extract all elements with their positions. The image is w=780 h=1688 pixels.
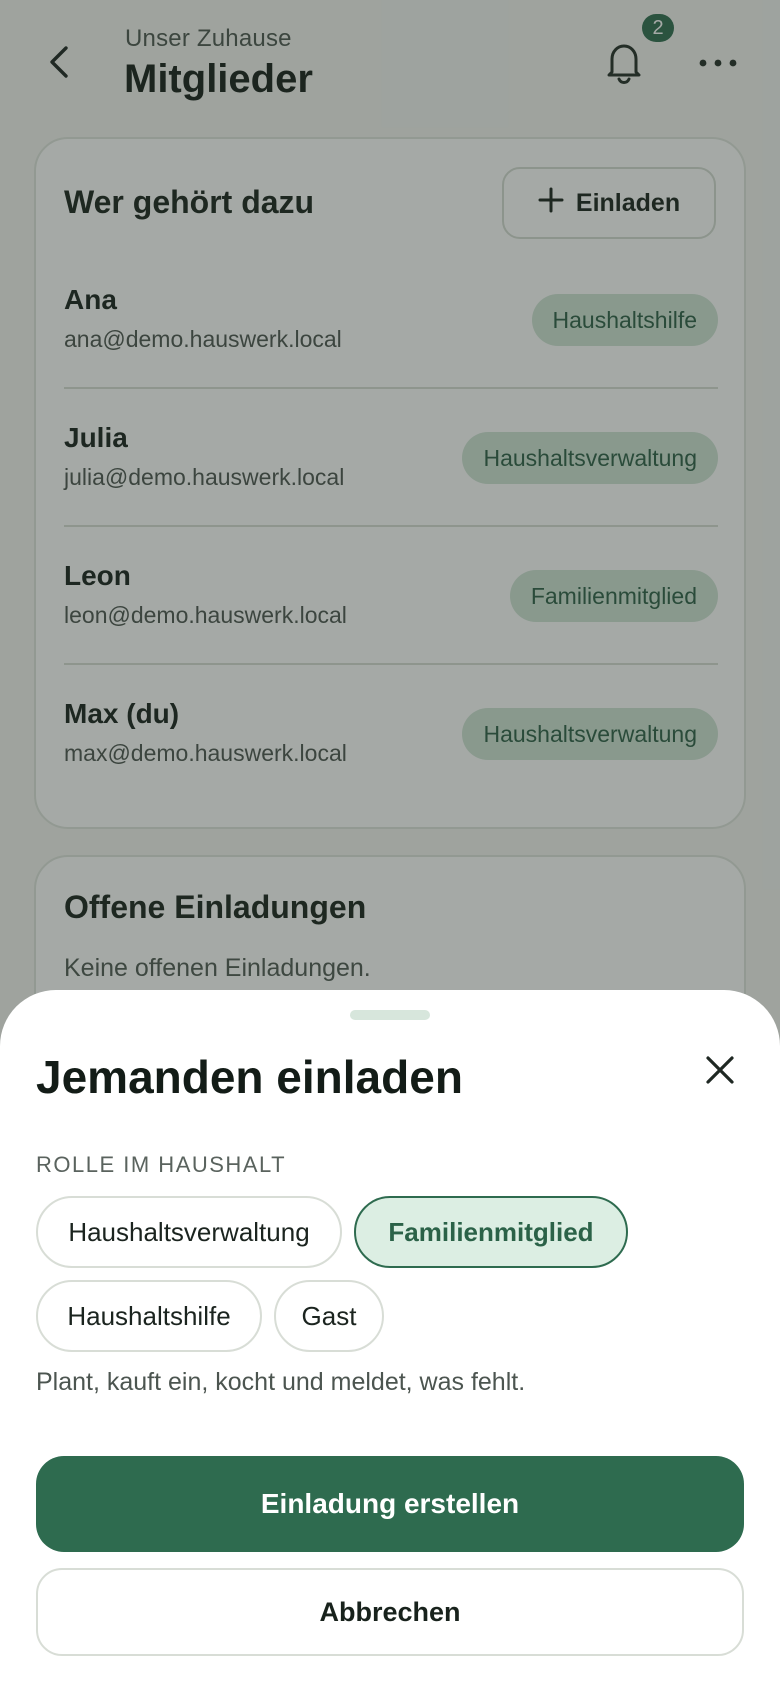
sheet-drag-handle[interactable]	[350, 1010, 430, 1020]
cancel-button[interactable]: Abbrechen	[36, 1568, 744, 1656]
role-chip-haushaltsverwaltung[interactable]: Haushaltsverwaltung	[36, 1196, 342, 1268]
close-button[interactable]	[690, 1042, 750, 1102]
close-icon	[704, 1054, 736, 1091]
role-chip-gast[interactable]: Gast	[274, 1280, 384, 1352]
create-invite-button[interactable]: Einladung erstellen	[36, 1456, 744, 1552]
role-chip-haushaltshilfe[interactable]: Haushaltshilfe	[36, 1280, 262, 1352]
role-description: Plant, kauft ein, kocht und meldet, was …	[36, 1368, 526, 1396]
role-section-label: ROLLE IM HAUSHALT	[36, 1152, 287, 1177]
invite-bottom-sheet: Jemanden einladen ROLLE IM HAUSHALT Haus…	[0, 990, 780, 1688]
sheet-title: Jemanden einladen	[36, 1051, 463, 1103]
role-chip-familienmitglied[interactable]: Familienmitglied	[354, 1196, 628, 1268]
